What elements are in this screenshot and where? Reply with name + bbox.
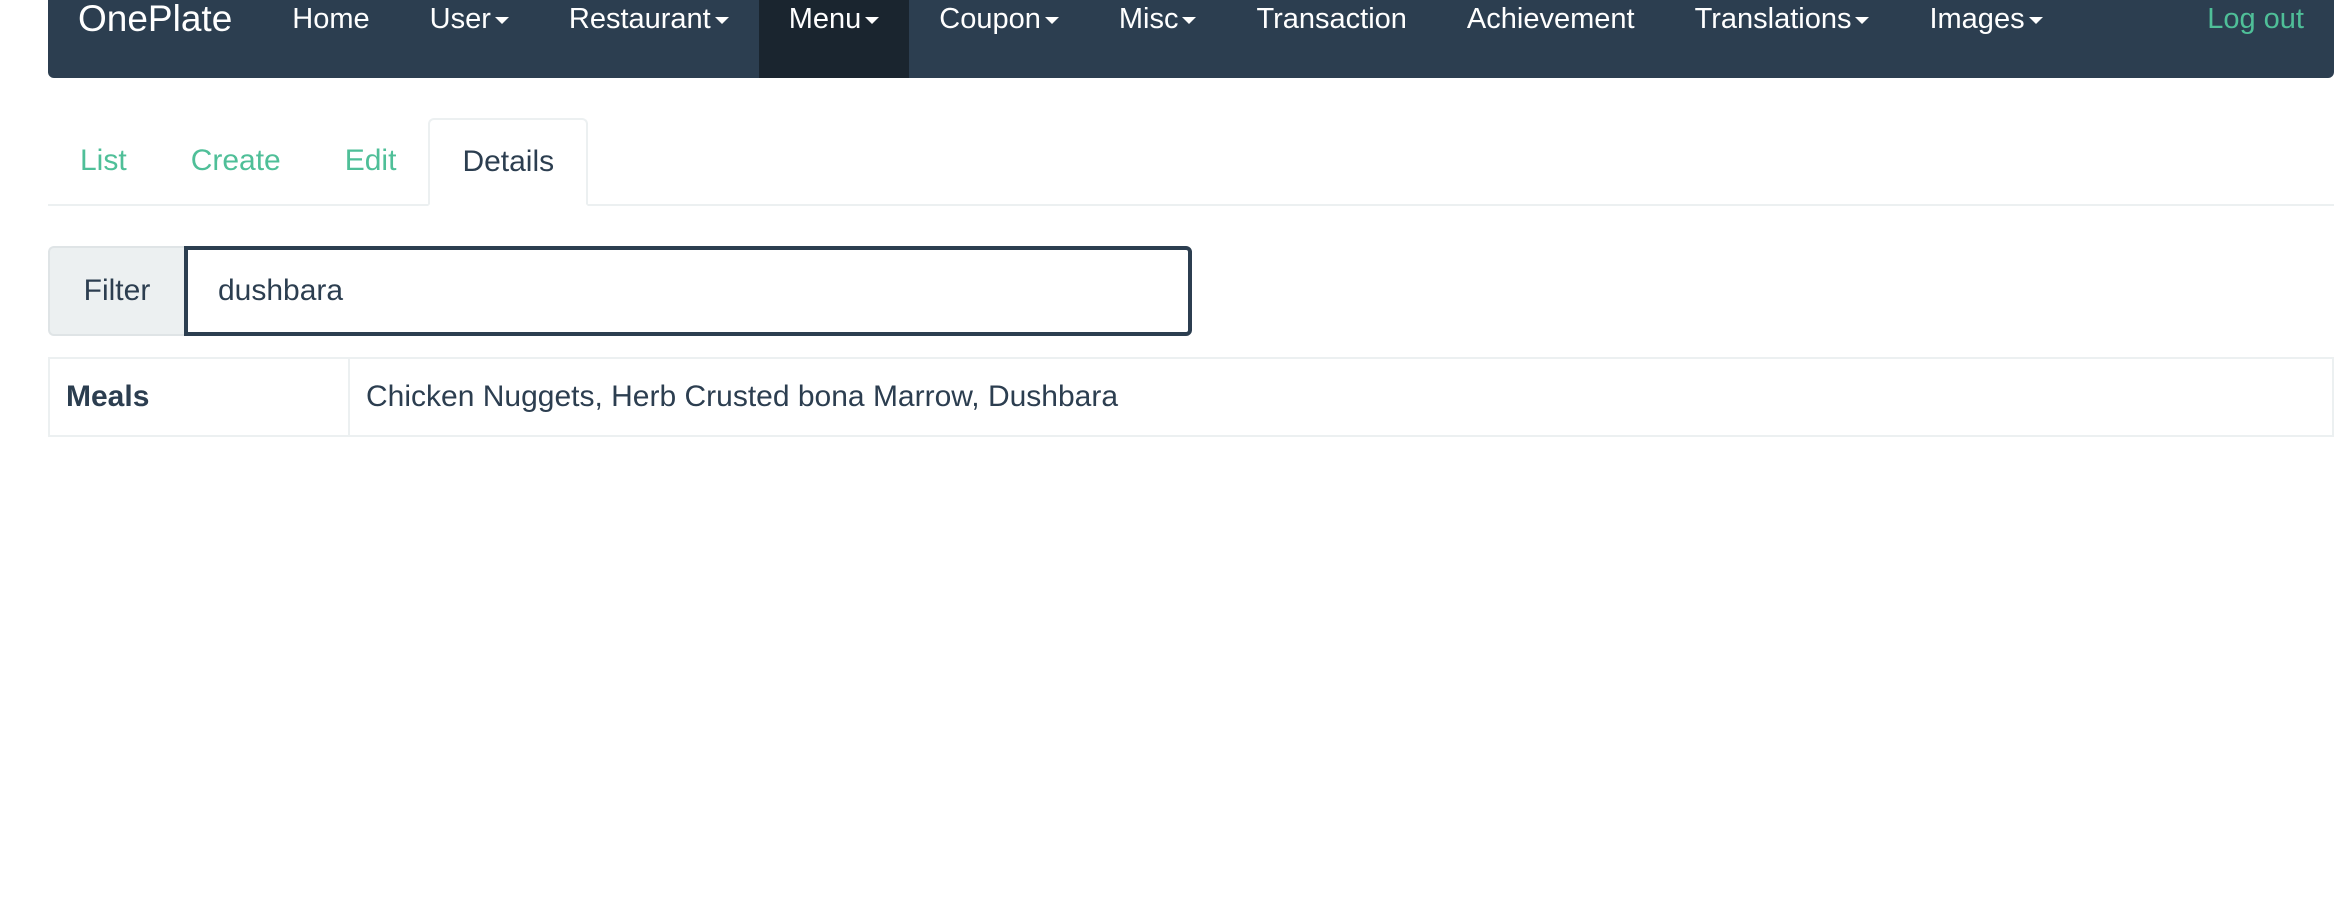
tab-list[interactable]: List bbox=[48, 118, 159, 204]
nav-item-label: Images bbox=[1929, 3, 2025, 35]
details-table: Meals Chicken Nuggets, Herb Crusted bona… bbox=[48, 357, 2334, 437]
nav-item-label: Restaurant bbox=[568, 3, 711, 35]
caret-down-icon bbox=[714, 17, 729, 24]
filter-input[interactable] bbox=[184, 246, 1192, 336]
caret-down-icon bbox=[2028, 17, 2043, 24]
tab-bar: List Create Edit Details bbox=[48, 118, 2334, 206]
caret-down-icon bbox=[494, 17, 509, 24]
nav-item-home[interactable]: Home bbox=[262, 0, 399, 78]
filter-label: Filter bbox=[48, 246, 184, 336]
nav-item-images[interactable]: Images bbox=[1899, 0, 2072, 78]
caret-down-icon bbox=[1855, 17, 1870, 24]
nav-item-translations[interactable]: Translations bbox=[1665, 0, 1900, 78]
meals-label: Meals bbox=[48, 357, 350, 437]
nav-item-coupon[interactable]: Coupon bbox=[909, 0, 1089, 78]
top-navbar: OnePlate Home User Restaurant Menu Coupo… bbox=[48, 0, 2334, 78]
nav-item-label: Translations bbox=[1694, 3, 1852, 35]
filter-group: Filter bbox=[48, 246, 1192, 336]
nav-item-misc[interactable]: Misc bbox=[1089, 0, 1227, 78]
nav-item-label: Transaction bbox=[1256, 3, 1407, 35]
nav-item-transaction[interactable]: Transaction bbox=[1226, 0, 1436, 78]
nav-item-label: Menu bbox=[788, 3, 862, 35]
tab-create[interactable]: Create bbox=[159, 118, 313, 204]
caret-down-icon bbox=[1182, 17, 1197, 24]
nav-item-label: User bbox=[429, 3, 491, 35]
nav-item-label: Achievement bbox=[1466, 3, 1635, 35]
caret-down-icon bbox=[1044, 17, 1059, 24]
nav-item-menu[interactable]: Menu bbox=[758, 0, 910, 78]
tab-edit[interactable]: Edit bbox=[313, 118, 429, 204]
nav-item-label: Coupon bbox=[939, 3, 1041, 35]
nav-item-label: Misc bbox=[1118, 3, 1179, 35]
nav-item-label: Home bbox=[292, 3, 370, 35]
meals-value: Chicken Nuggets, Herb Crusted bona Marro… bbox=[348, 357, 2334, 437]
caret-down-icon bbox=[865, 17, 880, 24]
brand-logo[interactable]: OnePlate bbox=[48, 0, 262, 78]
logout-link[interactable]: Log out bbox=[2207, 0, 2304, 38]
nav-item-restaurant[interactable]: Restaurant bbox=[539, 0, 759, 78]
tab-details[interactable]: Details bbox=[428, 118, 589, 206]
nav-item-user[interactable]: User bbox=[400, 0, 539, 78]
nav-item-achievement[interactable]: Achievement bbox=[1437, 0, 1665, 78]
table-row: Meals Chicken Nuggets, Herb Crusted bona… bbox=[48, 357, 2334, 437]
nav-menu: Home User Restaurant Menu Coupon Misc Tr… bbox=[262, 0, 2072, 78]
